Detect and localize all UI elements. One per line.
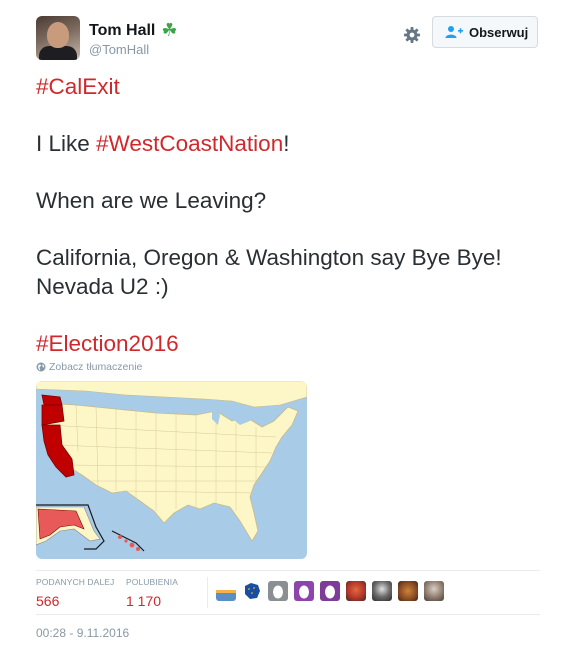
likes-stat[interactable]: POLUBIENIA 1 170 (126, 577, 178, 609)
retweets-count: 566 (36, 593, 60, 609)
liker-avatar-photo-1[interactable] (346, 581, 366, 601)
tweet-text-line: Nevada U2 :) (36, 274, 169, 299)
tweet-text-line: When are we Leaving? (36, 188, 267, 213)
user-info[interactable]: Tom Hall ☘ @TomHall (89, 20, 178, 57)
hashtag-westcoastnation[interactable]: #WestCoastNation (96, 131, 283, 156)
tweet-header: Tom Hall ☘ @TomHall Obserwuj (36, 16, 540, 64)
tweet-timestamp[interactable]: 00:28 - 9.11.2016 (36, 626, 129, 640)
translate-link[interactable]: Zobacz tłumaczenie (36, 361, 142, 373)
liker-avatar-egg-purple-1[interactable] (294, 581, 314, 601)
likes-label: POLUBIENIA (126, 577, 179, 587)
liked-by-avatars (216, 581, 450, 601)
us-map-graphic (36, 381, 307, 559)
hashtag-calexit[interactable]: #CalExit (36, 74, 120, 99)
user-fullname[interactable]: Tom Hall (89, 22, 155, 40)
liker-avatar-sunset[interactable] (216, 581, 236, 601)
tweet-stats: PODANYCH DALEJ 566 POLUBIENIA 1 170 (36, 570, 540, 615)
retweets-stat[interactable]: PODANYCH DALEJ 566 (36, 577, 114, 609)
liker-avatar-eu-map[interactable] (242, 581, 262, 601)
stats-divider (207, 577, 208, 608)
tweet-text-line: California, Oregon & Washington say Bye … (36, 245, 502, 270)
shamrock-icon: ☘ (161, 20, 178, 40)
liker-avatar-photo-4[interactable] (424, 581, 444, 601)
tweet-text: #CalExit I Like #WestCoastNation! When a… (36, 72, 546, 358)
liker-avatar-egg-purple-2[interactable] (320, 581, 340, 601)
tweet-text-segment: ! (283, 131, 290, 156)
add-user-icon (445, 26, 463, 38)
user-handle[interactable]: @TomHall (89, 42, 178, 57)
avatar[interactable] (36, 16, 80, 60)
tweet-image-us-map[interactable] (36, 381, 307, 559)
tweet-text-segment: I Like (36, 131, 97, 156)
globe-icon (36, 362, 46, 372)
liker-avatar-photo-3[interactable] (398, 581, 418, 601)
follow-button[interactable]: Obserwuj (432, 16, 538, 48)
retweets-label: PODANYCH DALEJ (36, 577, 115, 587)
liker-avatar-egg-grey[interactable] (268, 581, 288, 601)
gear-icon[interactable] (402, 25, 422, 45)
liker-avatar-photo-2[interactable] (372, 581, 392, 601)
likes-count: 1 170 (126, 593, 162, 609)
follow-button-label: Obserwuj (469, 25, 529, 40)
translate-link-label: Zobacz tłumaczenie (49, 361, 143, 373)
hashtag-election2016[interactable]: #Election2016 (36, 331, 179, 356)
